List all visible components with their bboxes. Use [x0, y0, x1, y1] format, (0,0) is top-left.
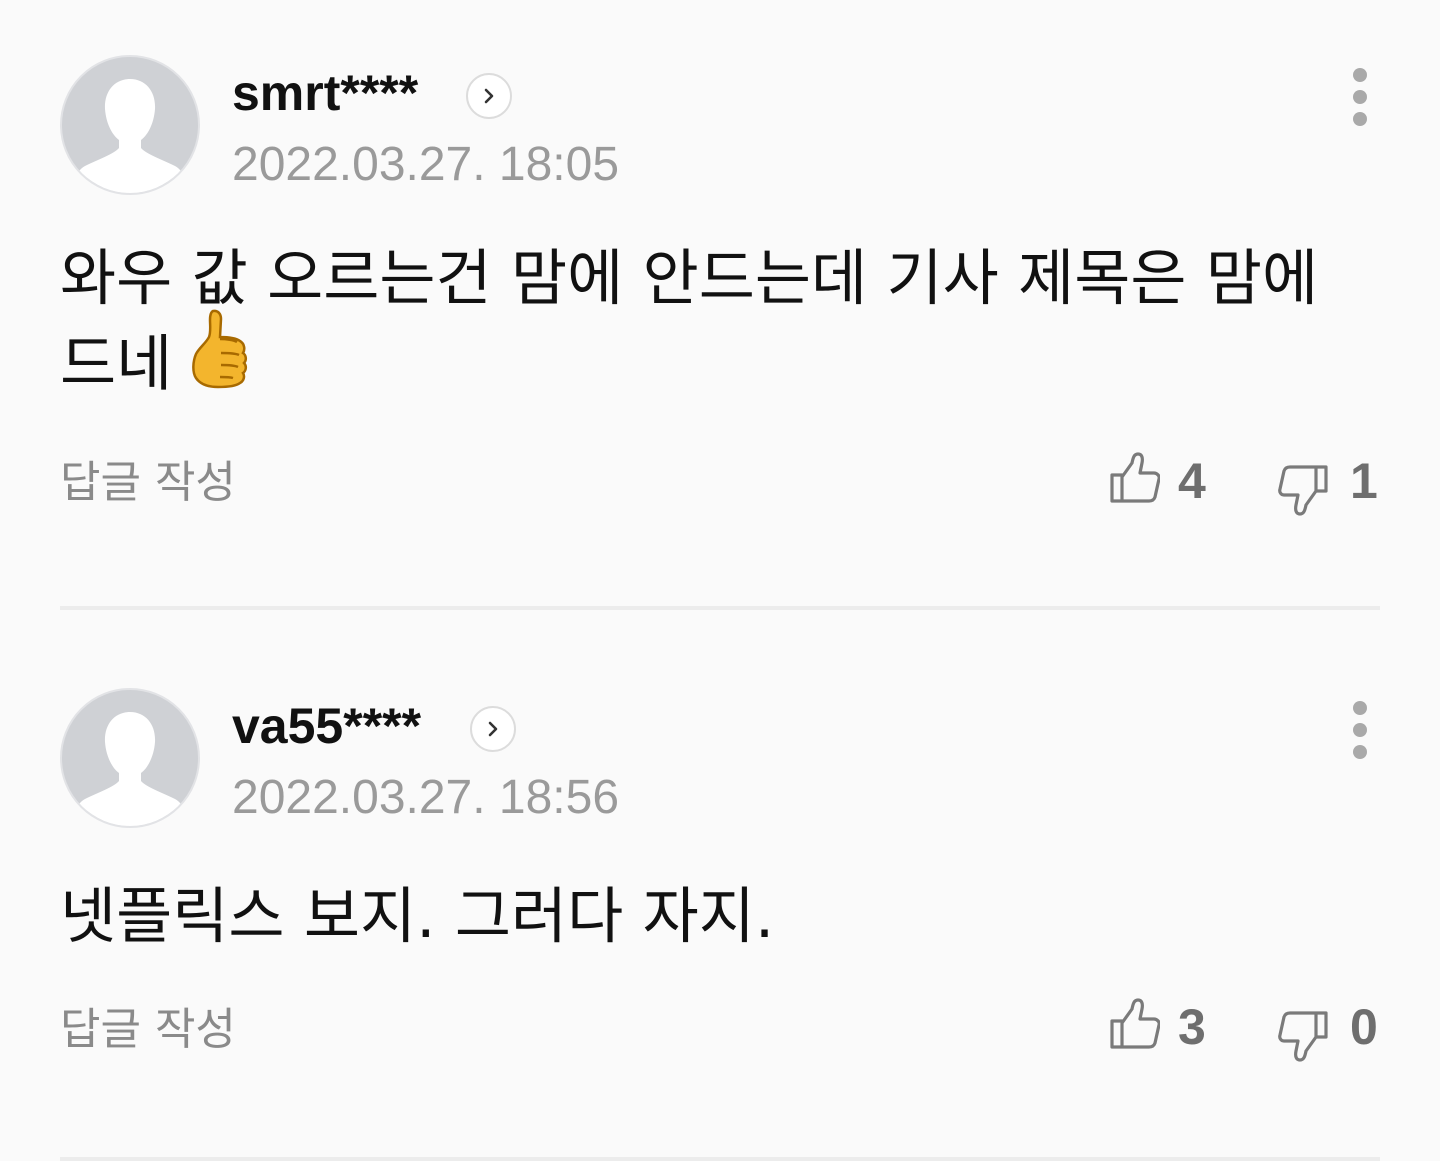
thumbs-down-outline-icon [1278, 1011, 1328, 1062]
like-button[interactable]: 4 [1108, 449, 1218, 513]
reply-button[interactable]: 답글 작성 [60, 998, 236, 1062]
more-vertical-icon [1353, 68, 1367, 82]
thumbs-up-outline-icon [1110, 998, 1160, 1049]
reply-button[interactable]: 답글 작성 [60, 451, 236, 515]
avatar[interactable] [60, 55, 200, 195]
username[interactable]: smrt**** [232, 62, 418, 124]
comment-body: 와우 값 오르는건 맘에 안드는데 기사 제목은 맘에 드네 [60, 236, 1360, 415]
like-count: 3 [1178, 999, 1206, 1055]
dislike-button[interactable]: 0 [1278, 995, 1388, 1062]
comment-body: 넷플릭스 보지. 그러다 자지. [60, 874, 1360, 959]
divider [60, 606, 1380, 610]
comment-text: 와우 값 오르는건 맘에 안드는데 기사 제목은 맘에 드네 [60, 243, 1319, 400]
comment-text: 넷플릭스 보지. 그러다 자지. [60, 881, 775, 952]
comment-item: smrt**** 2022.03.27. 18:05 와우 값 오르는건 맘에 … [60, 0, 1380, 610]
dislike-button[interactable]: 1 [1278, 449, 1388, 516]
username[interactable]: va55**** [232, 695, 421, 757]
default-avatar-icon [76, 79, 184, 193]
more-vertical-icon [1353, 701, 1367, 715]
profile-link-button[interactable] [466, 73, 512, 119]
default-avatar-icon [76, 712, 184, 826]
thumbs-up-outline-icon [1110, 452, 1160, 503]
comment-list: smrt**** 2022.03.27. 18:05 와우 값 오르는건 맘에 … [0, 0, 1440, 1161]
chevron-right-icon [484, 88, 494, 104]
dislike-count: 0 [1350, 999, 1378, 1055]
like-button[interactable]: 3 [1108, 995, 1218, 1059]
avatar[interactable] [60, 688, 200, 828]
thumbs-up-emoji-icon [186, 307, 248, 415]
more-options-button[interactable] [1346, 62, 1374, 132]
comment-timestamp: 2022.03.27. 18:56 [232, 771, 620, 824]
thumbs-down-outline-icon [1278, 465, 1328, 516]
comment-item: va55**** 2022.03.27. 18:56 넷플릭스 보지. 그러다 … [60, 633, 1380, 1161]
profile-link-button[interactable] [470, 706, 516, 752]
like-count: 4 [1178, 453, 1206, 509]
divider [60, 1157, 1380, 1161]
comment-timestamp: 2022.03.27. 18:05 [232, 138, 620, 191]
chevron-right-icon [488, 721, 498, 737]
dislike-count: 1 [1350, 453, 1378, 509]
more-options-button[interactable] [1346, 695, 1374, 765]
